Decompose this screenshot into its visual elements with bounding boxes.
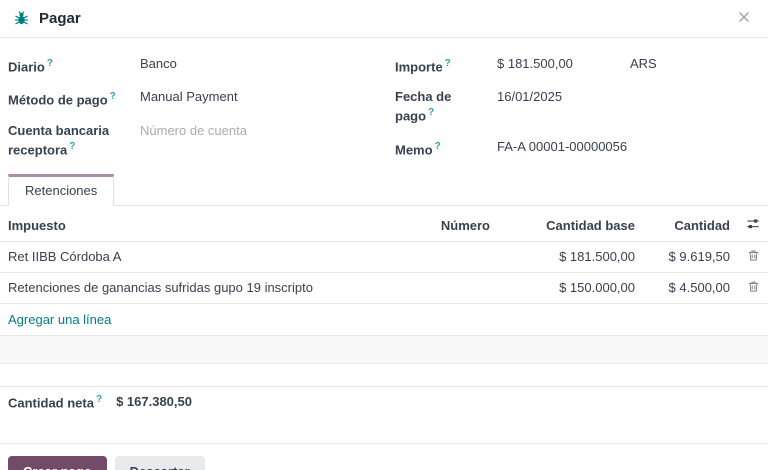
col-header-impuesto[interactable]: Impuesto xyxy=(0,211,403,240)
journal-input[interactable]: Banco xyxy=(140,56,177,72)
cell-cantidad[interactable]: $ 4.500,00 xyxy=(643,273,738,302)
amount-label: Importe? xyxy=(395,56,497,75)
currency-select[interactable]: ARS xyxy=(630,56,657,72)
delete-row-button[interactable] xyxy=(746,249,760,265)
payment-method-label: Método de pago? xyxy=(8,89,140,108)
help-icon[interactable]: ? xyxy=(96,394,102,405)
net-amount-row: Cantidad neta? $ 167.380,50 xyxy=(0,386,768,416)
journal-label: Diario? xyxy=(8,56,140,75)
cell-numero[interactable] xyxy=(403,281,498,295)
amount-input[interactable]: $ 181.500,00 xyxy=(497,56,630,72)
add-line-link[interactable]: Agregar una línea xyxy=(0,304,768,336)
field-amount: Importe? $ 181.500,00 ARS xyxy=(395,56,752,75)
col-header-cantidad[interactable]: Cantidad xyxy=(643,211,738,240)
right-column: Importe? $ 181.500,00 ARS Fecha de pago?… xyxy=(395,56,752,158)
payment-method-input[interactable]: Manual Payment xyxy=(140,89,238,105)
pay-dialog: Pagar Diario? Banco Método de pago? Manu… xyxy=(0,0,768,470)
help-icon[interactable]: ? xyxy=(47,58,53,69)
table-header-row: Impuesto Número Cantidad base Cantidad xyxy=(0,210,768,242)
payment-date-label: Fecha de pago? xyxy=(395,89,497,124)
close-icon xyxy=(738,11,750,26)
net-amount-value: $ 167.380,50 xyxy=(116,394,192,410)
bank-account-label: Cuenta bancaria receptora? xyxy=(8,123,140,158)
adjust-columns-icon xyxy=(746,217,760,234)
dialog-footer: Crear pago Descartar xyxy=(0,443,768,470)
help-icon[interactable]: ? xyxy=(69,141,75,152)
payment-date-input[interactable]: 16/01/2025 xyxy=(497,89,562,105)
cell-cantidad[interactable]: $ 9.619,50 xyxy=(643,242,738,271)
cell-impuesto[interactable]: Ret IIBB Córdoba A xyxy=(0,242,403,271)
field-memo: Memo? FA-A 00001-00000056 xyxy=(395,139,752,158)
notebook-tabs: Retenciones xyxy=(0,174,768,206)
field-bank-account: Cuenta bancaria receptora? Número de cue… xyxy=(8,123,395,158)
table-row[interactable]: Retenciones de ganancias sufridas gupo 1… xyxy=(0,273,768,304)
field-journal: Diario? Banco xyxy=(8,56,395,75)
bank-account-input[interactable]: Número de cuenta xyxy=(140,123,247,139)
adjust-columns-button[interactable] xyxy=(746,217,760,234)
cell-cantidad-base[interactable]: $ 150.000,00 xyxy=(498,273,643,302)
table-row[interactable]: Ret IIBB Córdoba A $ 181.500,00 $ 9.619,… xyxy=(0,242,768,273)
net-amount-label: Cantidad neta? xyxy=(8,392,102,411)
field-payment-date: Fecha de pago? 16/01/2025 xyxy=(395,89,752,124)
cell-cantidad-base[interactable]: $ 181.500,00 xyxy=(498,242,643,271)
tab-retenciones[interactable]: Retenciones xyxy=(8,174,114,206)
form-fields: Diario? Banco Método de pago? Manual Pay… xyxy=(0,38,768,162)
memo-input[interactable]: FA-A 00001-00000056 xyxy=(497,139,627,155)
help-icon[interactable]: ? xyxy=(435,141,441,152)
cell-numero[interactable] xyxy=(403,250,498,264)
memo-label: Memo? xyxy=(395,139,497,158)
empty-stripe-row xyxy=(0,336,768,364)
col-header-numero[interactable]: Número xyxy=(403,211,498,240)
left-column: Diario? Banco Método de pago? Manual Pay… xyxy=(8,56,395,158)
dialog-header: Pagar xyxy=(0,0,768,38)
create-payment-button[interactable]: Crear pago xyxy=(8,456,107,470)
delete-row-button[interactable] xyxy=(746,280,760,296)
cell-impuesto[interactable]: Retenciones de ganancias sufridas gupo 1… xyxy=(0,273,403,302)
help-icon[interactable]: ? xyxy=(428,107,434,118)
trash-icon xyxy=(747,249,760,265)
dialog-title: Pagar xyxy=(39,10,81,27)
bug-icon xyxy=(14,11,29,26)
help-icon[interactable]: ? xyxy=(110,91,116,102)
help-icon[interactable]: ? xyxy=(445,58,451,69)
withholdings-table: Impuesto Número Cantidad base Cantidad xyxy=(0,210,768,364)
trash-icon xyxy=(747,280,760,296)
field-payment-method: Método de pago? Manual Payment xyxy=(8,89,395,108)
discard-button[interactable]: Descartar xyxy=(115,456,205,470)
close-button[interactable] xyxy=(734,7,754,30)
col-header-cantidad-base[interactable]: Cantidad base xyxy=(498,211,643,240)
